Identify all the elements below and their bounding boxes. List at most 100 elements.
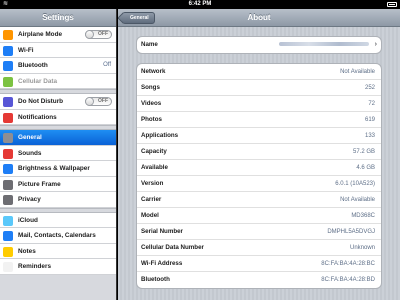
about-row-value: 619 — [364, 117, 375, 123]
toggle-state-label: OFF — [98, 98, 108, 104]
about-row-version: Version 6.0.1 (10A523) — [137, 176, 381, 192]
about-row-capacity: Capacity 57.2 GB — [137, 144, 381, 160]
sidebar-item-label: Notifications — [18, 113, 57, 121]
about-row-wi-fi-address: Wi-Fi Address 8C:FA:BA:4A:28:BC — [137, 256, 381, 272]
about-row-network: Network Not Available — [137, 64, 381, 80]
about-row-label: Wi-Fi Address — [141, 260, 183, 267]
about-row-model: Model MD368C — [137, 208, 381, 224]
about-row-serial-number: Serial Number DMPHL5A5DVGJ — [137, 224, 381, 240]
sidebar-item-label: Picture Frame — [18, 180, 61, 188]
sidebar-item-brightness-wallpaper[interactable]: Brightness & Wallpaper — [0, 161, 116, 177]
sidebar-item-value: Off — [103, 62, 111, 68]
sidebar-item-label: Cellular Data — [18, 77, 58, 85]
sidebar-item-cellular-data: Cellular Data — [0, 73, 116, 89]
sidebar-title: Settings — [0, 9, 116, 27]
sidebar-item-reminders[interactable]: Reminders — [0, 259, 116, 275]
sidebar-item-notes[interactable]: Notes — [0, 243, 116, 259]
about-row-label: Capacity — [141, 148, 167, 155]
about-row-label: Songs — [141, 84, 160, 91]
picture-frame-icon — [3, 179, 13, 190]
sidebar-item-label: General — [18, 134, 42, 141]
about-row-photos: Photos 619 — [137, 112, 381, 128]
about-row-value: 72 — [368, 101, 375, 107]
about-row-value: 8C:FA:BA:4A:28:BD — [321, 277, 375, 283]
sidebar-item-label: Bluetooth — [18, 62, 48, 69]
about-row-value: Not Available — [340, 197, 375, 203]
about-row-videos: Videos 72 — [137, 96, 381, 112]
wifi-icon — [3, 45, 13, 56]
sidebar-item-wi-fi[interactable]: Wi-Fi — [0, 42, 116, 58]
sidebar-item-notifications[interactable]: Notifications — [0, 109, 116, 125]
name-label: Name — [141, 41, 158, 48]
about-info-card: Network Not Available Songs 252 Videos 72 Phot… — [136, 63, 382, 289]
about-row-bluetooth: Bluetooth 8C:FA:BA:4A:28:BD — [137, 272, 381, 288]
airplane-icon — [3, 30, 13, 40]
about-row-songs: Songs 252 — [137, 80, 381, 96]
about-row-label: Cellular Data Number — [141, 244, 204, 251]
about-row-value: DMPHL5A5DVGJ — [327, 229, 375, 235]
sidebar-item-label: Wi-Fi — [18, 46, 34, 54]
reminders-icon — [3, 262, 13, 272]
name-card: Name › — [136, 36, 382, 54]
about-row-label: Applications — [141, 132, 179, 139]
sidebar-list: Airplane Mode OFF Wi-Fi Bluetooth Off Cellula… — [0, 27, 116, 275]
about-row-label: Available — [141, 164, 168, 171]
about-row-value: Not Available — [340, 69, 375, 75]
sidebar-item-label: Privacy — [18, 196, 41, 203]
sidebar-item-sounds[interactable]: Sounds — [0, 145, 116, 161]
about-row-cellular-data-number: Cellular Data Number Unknown — [137, 240, 381, 256]
about-row-label: Serial Number — [141, 228, 183, 235]
sidebar-item-privacy[interactable]: Privacy — [0, 192, 116, 208]
sidebar-item-bluetooth[interactable]: Bluetooth Off — [0, 58, 116, 74]
brightness-icon — [3, 164, 13, 174]
about-row-value: 8C:FA:BA:4A:28:BC — [321, 261, 375, 267]
sidebar-item-airplane-mode[interactable]: Airplane Mode OFF — [0, 27, 116, 43]
sidebar-item-do-not-disturb[interactable]: Do Not Disturb OFF — [0, 94, 116, 110]
name-row[interactable]: Name › — [137, 37, 381, 53]
sidebar-item-label: iCloud — [18, 216, 38, 224]
about-row-label: Videos — [141, 100, 162, 107]
sidebar-item-general[interactable]: General — [0, 130, 116, 146]
about-row-label: Version — [141, 180, 164, 187]
about-row-value: 133 — [364, 133, 375, 139]
hand-icon — [3, 195, 13, 205]
mail-icon — [3, 231, 13, 241]
sidebar-item-mail-contacts-calendars[interactable]: Mail, Contacts, Calendars — [0, 228, 116, 244]
cloud-icon — [3, 215, 13, 226]
battery-icon — [387, 2, 397, 7]
about-row-value: 57.2 GB — [352, 149, 375, 155]
gear-icon — [3, 133, 13, 143]
about-row-applications: Applications 133 — [137, 128, 381, 144]
toggle-switch[interactable]: OFF — [85, 97, 112, 106]
notifications-icon — [3, 112, 13, 123]
sidebar-item-label: Do Not Disturb — [18, 98, 64, 105]
toggle-state-label: OFF — [98, 31, 108, 37]
toggle-switch[interactable]: OFF — [85, 30, 112, 39]
toggle-knob — [85, 97, 94, 106]
sidebar-item-icloud[interactable]: iCloud — [0, 212, 116, 228]
about-row-value: MD368C — [351, 213, 375, 219]
about-row-label: Photos — [141, 116, 162, 123]
about-row-value: 252 — [364, 85, 375, 91]
sidebar-item-picture-frame[interactable]: Picture Frame — [0, 176, 116, 192]
about-row-value: 4.6 GB — [356, 165, 375, 171]
about-row-available: Available 4.6 GB — [137, 160, 381, 176]
status-time: 6:42 PM — [188, 1, 212, 7]
about-row-value: 6.0.1 (10A523) — [335, 181, 375, 187]
sidebar-item-label: Airplane Mode — [18, 31, 63, 38]
sound-icon — [3, 148, 13, 159]
settings-sidebar: Settings Airplane Mode OFF Wi-Fi Bluetooth O… — [0, 9, 117, 300]
about-row-label: Bluetooth — [141, 276, 170, 283]
about-row-label: Network — [141, 68, 166, 75]
cellular-icon — [3, 76, 13, 87]
moon-icon — [3, 97, 13, 107]
toggle-knob — [85, 30, 94, 39]
notes-icon — [3, 246, 13, 257]
chevron-right-icon: › — [374, 41, 377, 48]
sidebar-item-label: Brightness & Wallpaper — [18, 165, 90, 172]
sidebar-item-label: Sounds — [18, 149, 42, 157]
page-title: About — [247, 13, 271, 22]
detail-navbar: General About — [118, 9, 400, 27]
sidebar-item-label: Mail, Contacts, Calendars — [18, 232, 96, 239]
status-bar: ≋ 6:42 PM — [0, 0, 400, 9]
